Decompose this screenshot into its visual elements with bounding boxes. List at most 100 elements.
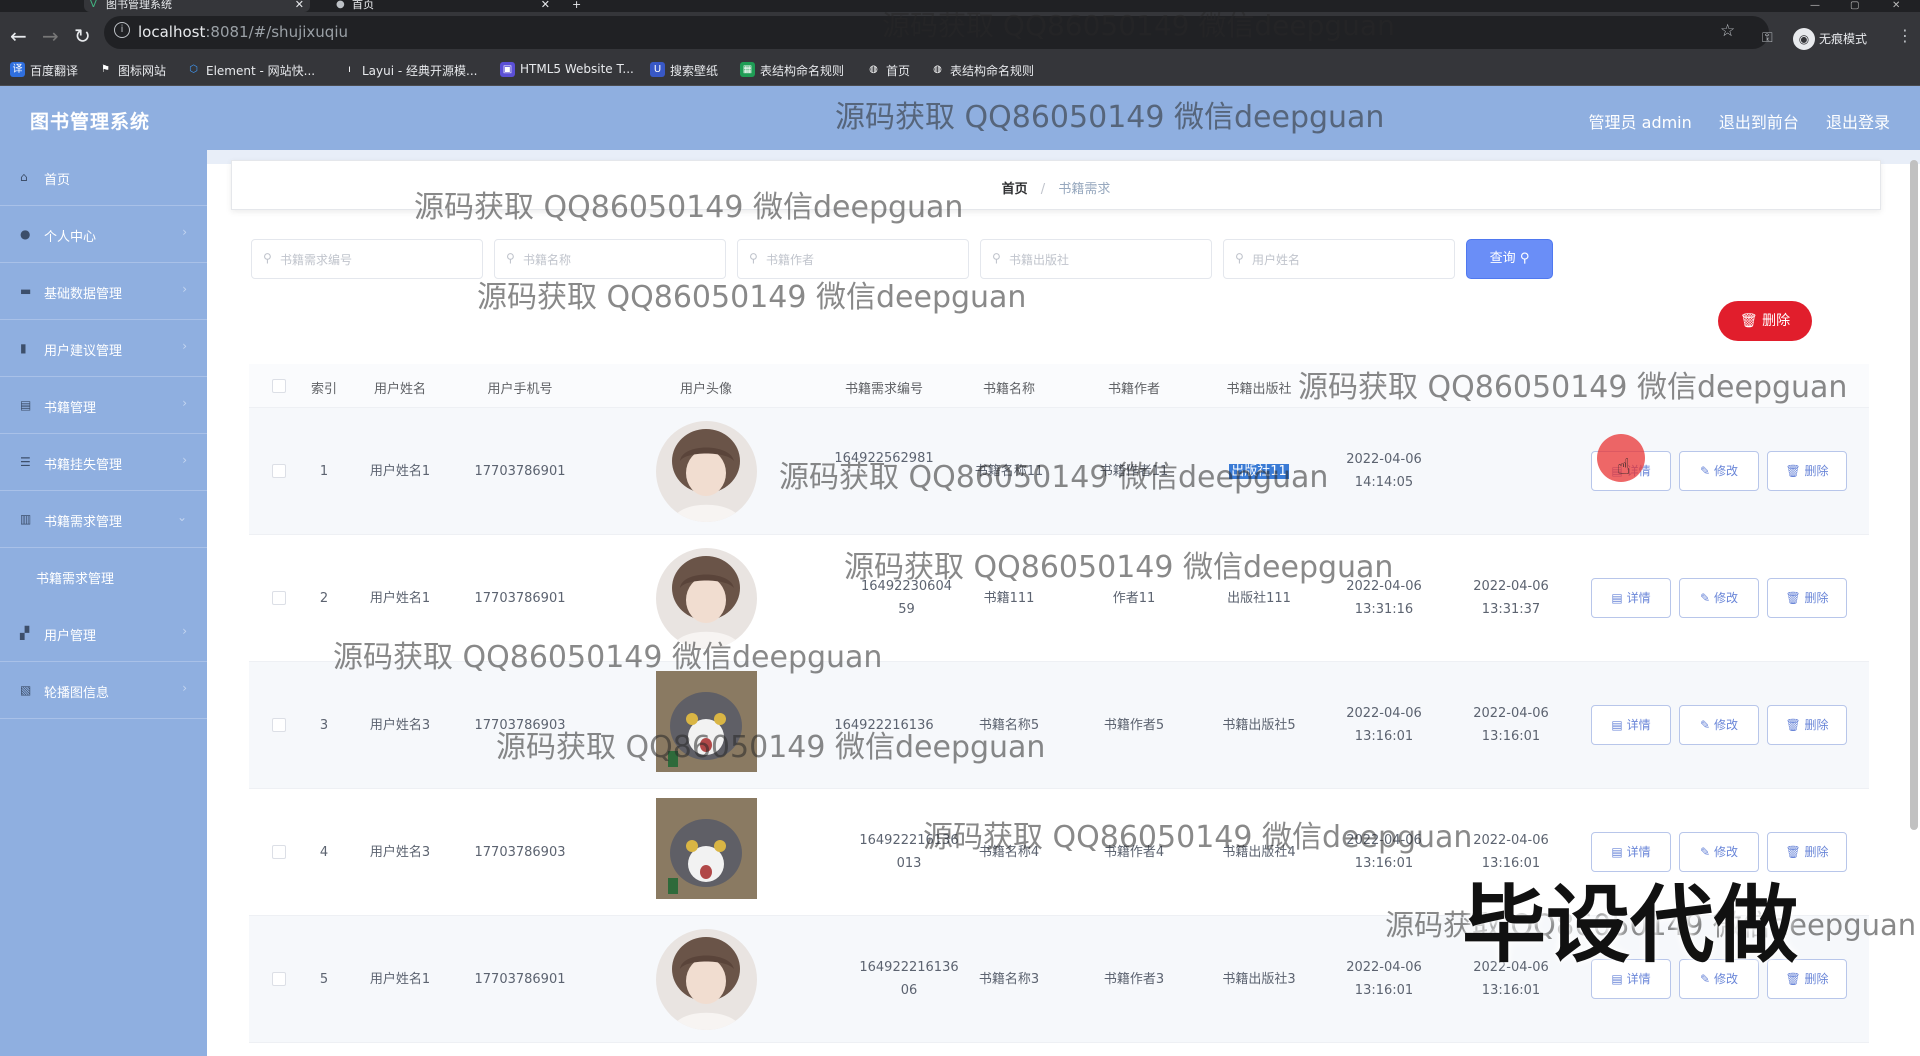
minimize-icon[interactable]: — xyxy=(1810,0,1820,11)
bookmark[interactable]: ı Layui - 经典开源模... xyxy=(342,62,477,79)
row-checkbox[interactable] xyxy=(272,591,286,605)
url-path: :8081/#/shujixuqiu xyxy=(205,23,348,41)
select-all-checkbox[interactable] xyxy=(272,379,286,393)
created-cell: 2022-04-06 13:16:01 xyxy=(1346,960,1422,998)
row-checkbox[interactable] xyxy=(272,845,286,859)
breadcrumb-home[interactable]: 首页 xyxy=(1002,182,1028,197)
delete-button[interactable]: 🗑 删除 xyxy=(1767,451,1847,491)
edit-label: 修改 xyxy=(1713,718,1738,732)
detail-button[interactable]: ▤ 详情 xyxy=(1591,578,1671,618)
column-header: 书籍出版社 xyxy=(1226,382,1292,397)
query-button[interactable]: 查询 ⚲ xyxy=(1466,239,1553,279)
search-demand-code-input[interactable] xyxy=(280,249,470,271)
bookmark[interactable]: ⬡ Element - 网站快... xyxy=(186,62,315,79)
author-cell: 书籍作者5 xyxy=(1103,718,1165,733)
sidebar-item-carousel[interactable]: ▧ 轮播图信息 › xyxy=(0,663,207,719)
row-checkbox[interactable] xyxy=(272,718,286,732)
search-demand-code-field[interactable]: ⚲ xyxy=(251,239,483,279)
close-icon[interactable]: ✕ xyxy=(541,0,550,10)
detail-icon: ▤ xyxy=(1611,845,1623,859)
element-icon: ⬡ xyxy=(189,64,198,75)
edit-button[interactable]: ✎ 修改 xyxy=(1679,705,1759,745)
publisher-cell: 书籍出版社4 xyxy=(1222,845,1296,860)
code-cell: 164922216136 xyxy=(834,718,934,733)
avatar xyxy=(656,929,757,1030)
tab-title: 首页 xyxy=(352,0,374,11)
sidebar-item-home[interactable]: ⌂ 首页 xyxy=(0,150,207,206)
bookmark[interactable]: 译百度翻译 xyxy=(10,62,78,79)
book-cell: 书籍名称3 xyxy=(978,972,1040,987)
sidebar-item-profile[interactable]: ● 个人中心 › xyxy=(0,207,207,263)
edit-button[interactable]: ✎ 修改 xyxy=(1679,451,1759,491)
close-icon[interactable]: ✕ xyxy=(295,0,304,10)
search-author-input[interactable] xyxy=(766,249,956,271)
forward-icon[interactable]: → xyxy=(42,24,59,48)
chevron-right-icon: › xyxy=(182,282,187,296)
delete-button[interactable]: 🗑 删除 xyxy=(1767,705,1847,745)
key-icon[interactable]: ⚿ xyxy=(1762,30,1773,46)
layui-icon: ı xyxy=(348,64,351,75)
edit-label: 修改 xyxy=(1713,591,1738,605)
page-scrollbar[interactable] xyxy=(1910,160,1918,830)
table-row: 2 用户姓名1 17703786901 1649223060459 书籍111 … xyxy=(249,535,1869,662)
bookmark[interactable]: ▦ 表结构命名规则 xyxy=(740,62,844,79)
column-header: 用户手机号 xyxy=(487,382,553,397)
sidebar-item-basic-data[interactable]: ▬ 基础数据管理 › xyxy=(0,264,207,320)
chevron-right-icon: › xyxy=(182,624,187,638)
publisher-cell: 书籍出版社5 xyxy=(1222,718,1296,733)
incognito-indicator[interactable]: ◉ 无痕模式 xyxy=(1793,28,1867,50)
new-tab-button[interactable]: + xyxy=(572,0,581,12)
search-author-field[interactable]: ⚲ xyxy=(737,239,969,279)
bookmark[interactable]: ◍ 首页 xyxy=(866,62,910,79)
sidebar-item-users[interactable]: ▞ 用户管理 › xyxy=(0,606,207,662)
incognito-icon: ◉ xyxy=(1793,28,1815,50)
search-book-name-field[interactable]: ⚲ xyxy=(494,239,726,279)
sidebar-item-suggestions[interactable]: ▮ 用户建议管理 › xyxy=(0,321,207,377)
browser-menu-icon[interactable]: ⋮ xyxy=(1897,26,1913,45)
close-window-icon[interactable]: ✕ xyxy=(1892,0,1900,11)
to-front-link[interactable]: 退出到前台 xyxy=(1719,113,1799,132)
search-username-input[interactable] xyxy=(1252,249,1442,271)
trash-icon: 🗑 xyxy=(1739,313,1758,329)
info-icon[interactable]: i xyxy=(114,22,130,38)
bookmark[interactable]: ⚑ 图标网站 xyxy=(98,62,166,79)
publisher-cell: 出版社111 xyxy=(1227,591,1291,606)
search-username-field[interactable]: ⚲ xyxy=(1223,239,1455,279)
table-header: 索引 用户姓名 用户手机号 用户头像 书籍需求编号 书籍名称 书籍作者 书籍出版… xyxy=(249,364,1869,408)
name-cell: 用户姓名3 xyxy=(369,718,431,733)
sidebar-item-lost-books[interactable]: ☰ 书籍挂失管理 › xyxy=(0,435,207,491)
author-cell: 书籍作者3 xyxy=(1103,972,1165,987)
bookmark-label: 表结构命名规则 xyxy=(950,64,1035,78)
row-checkbox[interactable] xyxy=(272,972,286,986)
breadcrumb-current: 书籍需求 xyxy=(1058,182,1111,197)
browser-tab-active[interactable]: V 图书管理系统 ✕ xyxy=(84,0,310,12)
detail-button[interactable]: ▤ 详情 xyxy=(1591,705,1671,745)
search-publisher-field[interactable]: ⚲ xyxy=(980,239,1212,279)
sidebar-item-book-demand[interactable]: ▥ 书籍需求管理 ⌄ xyxy=(0,492,207,548)
browser-tab[interactable]: ● 首页 ✕ xyxy=(330,0,556,12)
back-icon[interactable]: ← xyxy=(10,24,27,48)
maximize-icon[interactable]: ▢ xyxy=(1850,0,1859,11)
sidebar-subitem-book-demand[interactable]: 书籍需求管理 xyxy=(0,549,207,605)
search-book-name-input[interactable] xyxy=(523,249,713,271)
bookmark[interactable]: ◍ 表结构命名规则 xyxy=(930,62,1034,79)
bookmark[interactable]: U 搜索壁纸 xyxy=(650,62,718,79)
book-cell: 书籍名称11 xyxy=(974,464,1044,479)
sidebar: ⌂ 首页 ● 个人中心 › ▬ 基础数据管理 › ▮ 用户建议管理 › ▤ 书籍管理 › ☰ 书籍挂… xyxy=(0,150,207,1056)
star-icon[interactable]: ☆ xyxy=(1720,21,1735,41)
cat-avatar-image xyxy=(656,671,757,772)
table-row: 3 用户姓名3 17703786903 164922216136 书籍名称5 书… xyxy=(249,662,1869,789)
delete-button[interactable]: 🗑 删除 xyxy=(1767,578,1847,618)
row-checkbox[interactable] xyxy=(272,464,286,478)
url-field[interactable]: i localhost:8081/#/shujixuqiu xyxy=(104,16,1769,49)
edit-button[interactable]: ✎ 修改 xyxy=(1679,578,1759,618)
batch-delete-button[interactable]: 🗑 删除 xyxy=(1718,301,1812,341)
detail-icon: ▤ xyxy=(1611,591,1623,605)
logout-link[interactable]: 退出登录 xyxy=(1826,113,1890,132)
bookmark-label: 首页 xyxy=(886,64,911,78)
search-publisher-input[interactable] xyxy=(1009,249,1199,271)
sidebar-item-books[interactable]: ▤ 书籍管理 › xyxy=(0,378,207,434)
reload-icon[interactable]: ↻ xyxy=(74,24,91,48)
incognito-label: 无痕模式 xyxy=(1819,32,1868,46)
bookmark[interactable]: ▣ HTML5 Website T... xyxy=(500,62,634,77)
